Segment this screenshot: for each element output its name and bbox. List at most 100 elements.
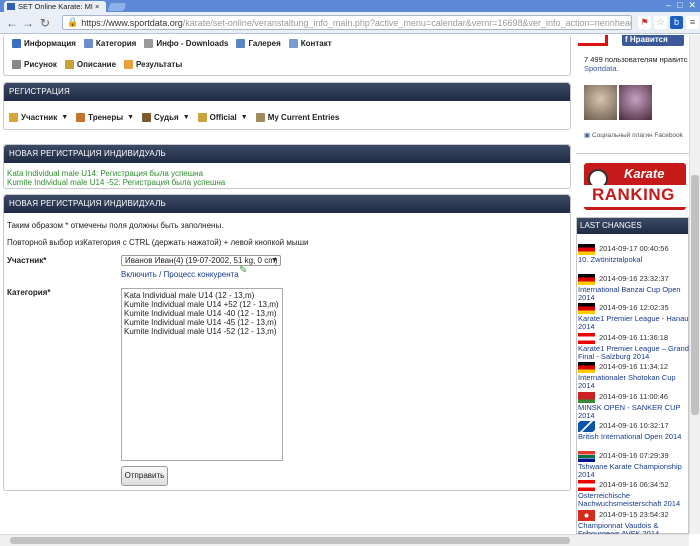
contact-icon xyxy=(288,38,298,48)
menu-info[interactable]: Информация xyxy=(12,38,76,48)
facebook-icon: ▣ xyxy=(584,132,592,139)
browser-tab[interactable]: SET Online Karate: MI × xyxy=(4,1,106,12)
fans-page-link[interactable]: Sportdata. xyxy=(584,64,688,73)
menu-my-entries[interactable]: My Current Entries xyxy=(255,112,339,122)
menu-icon[interactable]: ≡ xyxy=(686,16,699,29)
last-change-item[interactable]: 2014-09-16 11:00:46 MINSK OPEN - SANKER C… xyxy=(577,390,690,420)
judge-icon xyxy=(142,112,151,122)
change-event-link[interactable]: Championnat Vaudois & Fribourgeois AVFK … xyxy=(578,522,690,535)
menu-drawing[interactable]: Рисунок xyxy=(12,59,57,69)
menu-downloads[interactable]: Инфо - Downloads xyxy=(144,38,228,48)
browser-toolbar: ← → ↻ 🔒 https://www.sportdata.org/karate… xyxy=(0,12,700,34)
change-event-link[interactable]: Tshwane Karate Championship 2014 xyxy=(578,463,690,479)
last-change-item[interactable]: 2014-09-16 06:34:52 Österreichische Nachw… xyxy=(577,478,690,508)
last-change-item[interactable]: 2014-09-16 23:32:37 International Banzai … xyxy=(577,272,690,302)
success-message: Kata Individual male U14: Регистрация бы… xyxy=(7,169,204,178)
last-change-item[interactable]: 2014-09-16 07:29:39 Tshwane Karate Champi… xyxy=(577,449,690,479)
last-change-item[interactable]: 2014-09-16 11:36:18 Karate1 Premier Leagu… xyxy=(577,331,690,361)
info-icon xyxy=(12,38,21,48)
like-label: Нравится xyxy=(629,35,668,44)
change-timestamp: 2014-09-16 11:34:12 xyxy=(599,362,669,371)
change-timestamp: 2014-09-16 11:36:18 xyxy=(599,332,669,342)
last-change-item[interactable]: 2014-09-16 11:34:12 Internationaler Shoto… xyxy=(577,360,690,390)
divider xyxy=(576,153,690,154)
change-event-link[interactable]: Österreichische Nachwuchsmeisterschaft 2… xyxy=(578,492,690,508)
fan-avatar[interactable] xyxy=(584,85,617,120)
translate-icon[interactable]: ⚑ xyxy=(638,16,651,29)
menu-contact[interactable]: Контакт xyxy=(288,38,332,48)
category-option[interactable]: Kumite Individual male U14 -52 (12 - 13,… xyxy=(124,327,280,336)
event-menu-row1: Информация Категория Инфо - Downloads Га… xyxy=(4,35,332,53)
change-timestamp: 2014-09-16 10:32:17 xyxy=(599,421,669,430)
ranking-bottom-text: RANKING xyxy=(592,185,675,204)
category-option[interactable]: Kumite Individual male U14 -45 (12 - 13,… xyxy=(124,318,280,327)
menu-judge[interactable]: Судья xyxy=(142,112,179,122)
karate-ranking-banner[interactable]: Karate RANKING xyxy=(584,163,686,210)
close-icon[interactable]: ✕ xyxy=(688,0,696,11)
menu-coaches[interactable]: Тренеры xyxy=(76,112,124,122)
last-change-item[interactable]: 2014-09-15 23:54:32 Championnat Vaudois &… xyxy=(577,508,690,535)
menu-category-label: Категория xyxy=(95,38,137,48)
form-header: НОВАЯ РЕГИСТРАЦИЯ ИНДИВИДУАЛЬ xyxy=(4,195,570,213)
last-change-item[interactable]: 2014-09-16 10:32:17 British International… xyxy=(577,419,690,449)
country-flag-icon xyxy=(578,509,595,521)
address-bar[interactable]: 🔒 https://www.sportdata.org/karate/set-o… xyxy=(62,15,632,30)
last-change-item[interactable]: 2014-09-17 00:40:56 10. Zwönitztalpokal xyxy=(577,242,690,272)
fan-avatar[interactable] xyxy=(619,85,652,120)
category-option[interactable]: Kata Individual male U14 (12 - 13,m) xyxy=(124,291,280,300)
success-message: Kumite Individual male U14 -52: Регистра… xyxy=(7,178,226,187)
maximize-icon[interactable]: □ xyxy=(677,0,682,11)
extension-icon[interactable]: b xyxy=(670,16,683,29)
change-timestamp: 2014-09-16 12:02:35 xyxy=(599,303,669,312)
scrollbar-thumb[interactable] xyxy=(10,537,570,544)
country-flag-icon xyxy=(578,450,595,462)
last-change-item[interactable]: 2014-09-16 12:02:35 Karate1 Premier Leagu… xyxy=(577,301,690,331)
change-event-link[interactable]: Karate1 Premier League – Grand Final - S… xyxy=(578,345,690,361)
horizontal-scrollbar[interactable] xyxy=(0,534,689,546)
back-icon[interactable]: ← xyxy=(6,16,18,30)
change-timestamp: 2014-09-15 23:54:32 xyxy=(599,509,669,519)
window-controls: – □ ✕ xyxy=(666,0,696,11)
change-event-link[interactable]: 10. Zwönitztalpokal xyxy=(578,256,690,264)
country-flag-icon xyxy=(578,244,595,255)
participant-select[interactable]: Иванов Иван(4) (19-07-2002, 51 kg, 0 cm)… xyxy=(121,255,281,266)
caret-down-icon[interactable]: ▼ xyxy=(127,114,134,121)
menu-coaches-label: Тренеры xyxy=(88,112,124,122)
download-icon xyxy=(144,38,154,48)
category-listbox[interactable]: Kata Individual male U14 (12 - 13,m) Kum… xyxy=(121,288,283,461)
new-registration-header: НОВАЯ РЕГИСТРАЦИЯ ИНДИВИДУАЛЬ xyxy=(4,145,570,163)
include-competitor-link[interactable]: Включить / Процесс конкурента xyxy=(121,270,239,279)
bookmark-star-icon[interactable]: ☆ xyxy=(654,16,667,29)
vertical-scrollbar[interactable] xyxy=(689,35,700,534)
caret-down-icon[interactable]: ▼ xyxy=(183,114,190,121)
change-event-link[interactable]: MINSK OPEN - SANKER CUP 2014 xyxy=(578,404,690,420)
browser-tab-strip: SET Online Karate: MI × – □ ✕ xyxy=(0,0,700,12)
change-timestamp: 2014-09-16 07:29:39 xyxy=(599,450,669,460)
menu-participant[interactable]: Участник xyxy=(9,112,57,122)
reload-icon[interactable]: ↻ xyxy=(40,16,50,30)
facebook-like-button[interactable]: f Нравится xyxy=(622,35,684,46)
change-event-link[interactable]: International Banzai Cup Open 2014 xyxy=(578,286,690,302)
menu-category[interactable]: Категория xyxy=(83,38,137,48)
minimize-icon[interactable]: – xyxy=(666,0,671,11)
caret-down-icon[interactable]: ▼ xyxy=(61,114,68,121)
change-event-link[interactable]: Karate1 Premier League - Hanau 2014 xyxy=(578,315,690,331)
menu-gallery[interactable]: Галерея xyxy=(236,38,281,48)
menu-description[interactable]: Описание xyxy=(64,59,116,69)
description-icon xyxy=(64,59,74,69)
menu-results[interactable]: Результаты xyxy=(124,59,182,69)
menu-official[interactable]: Official xyxy=(197,112,237,122)
fans-count: 7 499 пользователям нравится xyxy=(584,55,688,64)
submit-button[interactable]: Отправить xyxy=(121,466,168,486)
change-event-link[interactable]: British International Open 2014 xyxy=(578,433,690,441)
forward-icon[interactable]: → xyxy=(22,16,34,30)
country-flag-icon xyxy=(578,362,595,373)
change-event-link[interactable]: Internationaler Shotokan Cup 2014 xyxy=(578,374,690,390)
scrollbar-thumb[interactable] xyxy=(691,175,699,415)
new-tab-button[interactable] xyxy=(107,3,127,11)
edit-icon[interactable]: ✎ xyxy=(239,265,247,276)
caret-down-icon[interactable]: ▼ xyxy=(241,114,248,121)
category-option[interactable]: Kumite Individual male U14 -40 (12 - 13,… xyxy=(124,309,280,318)
category-option[interactable]: Kumite Individual male U14 +52 (12 - 13,… xyxy=(124,300,280,309)
category-icon xyxy=(83,38,93,48)
